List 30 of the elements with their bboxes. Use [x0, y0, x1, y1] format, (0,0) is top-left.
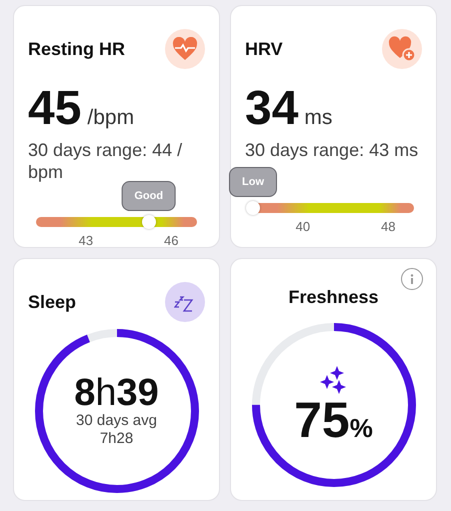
card-title: Sleep — [28, 292, 76, 312]
sleep-duration: 8h39 — [74, 374, 159, 412]
metric-card[interactable]: Resting HR 45/bpm 30 days range: 44 / bpm Good 43 46 — [13, 5, 220, 248]
heart-plus-icon — [388, 36, 416, 62]
tick-label: 48 — [381, 219, 396, 234]
percent-unit: % — [350, 413, 373, 444]
info-button[interactable] — [401, 268, 423, 290]
metric-unit: /bpm — [87, 106, 134, 130]
info-icon — [410, 274, 414, 284]
average-value: 7h28 — [100, 430, 134, 448]
freshness-value: 75 — [294, 395, 350, 445]
card-title: HRV — [245, 38, 283, 60]
status-tooltip: Low — [229, 167, 277, 197]
heart-pulse-icon — [172, 37, 198, 61]
metric-value: 34 — [245, 85, 298, 133]
tick-label: 43 — [78, 233, 94, 248]
tick-label: 46 — [164, 233, 178, 248]
tick-label: 40 — [296, 219, 310, 234]
range-text: 30 days range: 44 / bpm — [28, 139, 184, 183]
status-tooltip: Good — [121, 181, 176, 211]
average-caption: 30 days avg — [76, 412, 157, 430]
sparkle-icon — [318, 365, 348, 395]
card-title: Freshness — [288, 287, 379, 308]
card-title: Resting HR — [28, 38, 126, 60]
metric-card[interactable]: Sleep 8h39 30 days avg 7h28 — [13, 258, 220, 501]
metric-value: 45 — [28, 85, 82, 133]
metric-card[interactable]: HRV 34 ms 30 days range: 43 ms Low 40 48 — [230, 5, 437, 248]
metric-unit: ms — [304, 106, 332, 130]
metric-card[interactable]: Freshness 75% — [230, 258, 437, 501]
range-text: 30 days range: 43 ms — [245, 139, 420, 161]
